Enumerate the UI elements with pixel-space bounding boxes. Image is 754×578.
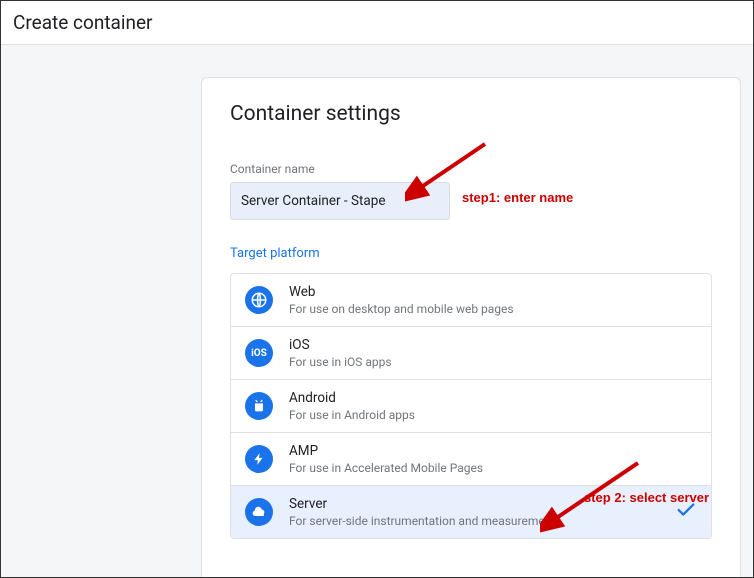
dialog-body: Container settings Container name Target… [1,45,753,578]
platform-option-android[interactable]: Android For use in Android apps [231,380,711,433]
platform-name: AMP [289,443,697,459]
platform-name: Web [289,284,697,300]
platform-option-amp[interactable]: AMP For use in Accelerated Mobile Pages [231,433,711,486]
cloud-icon [245,498,273,526]
container-name-input[interactable] [230,182,450,220]
settings-card: Container settings Container name Target… [201,77,741,578]
globe-icon [245,286,273,314]
platform-desc: For use in Android apps [289,408,697,422]
platform-option-web[interactable]: Web For use on desktop and mobile web pa… [231,274,711,327]
platform-name: iOS [289,337,697,353]
target-platform-label: Target platform [230,246,712,261]
platform-name: Server [289,496,667,512]
android-icon [245,392,273,420]
platform-option-server[interactable]: Server For server-side instrumentation a… [231,486,711,538]
ios-icon: iOS [245,339,273,367]
dialog-header: Create container [1,1,753,45]
container-name-label: Container name [230,162,712,176]
platform-desc: For server-side instrumentation and meas… [289,514,667,528]
platform-list: Web For use on desktop and mobile web pa… [230,273,712,539]
platform-name: Android [289,390,697,406]
platform-desc: For use in iOS apps [289,355,697,369]
platform-option-ios[interactable]: iOS iOS For use in iOS apps [231,327,711,380]
platform-desc: For use on desktop and mobile web pages [289,302,697,316]
platform-desc: For use in Accelerated Mobile Pages [289,461,697,475]
checkmark-icon [675,499,697,526]
card-title: Container settings [230,102,712,126]
amp-icon [245,445,273,473]
dialog-title: Create container [13,11,153,34]
